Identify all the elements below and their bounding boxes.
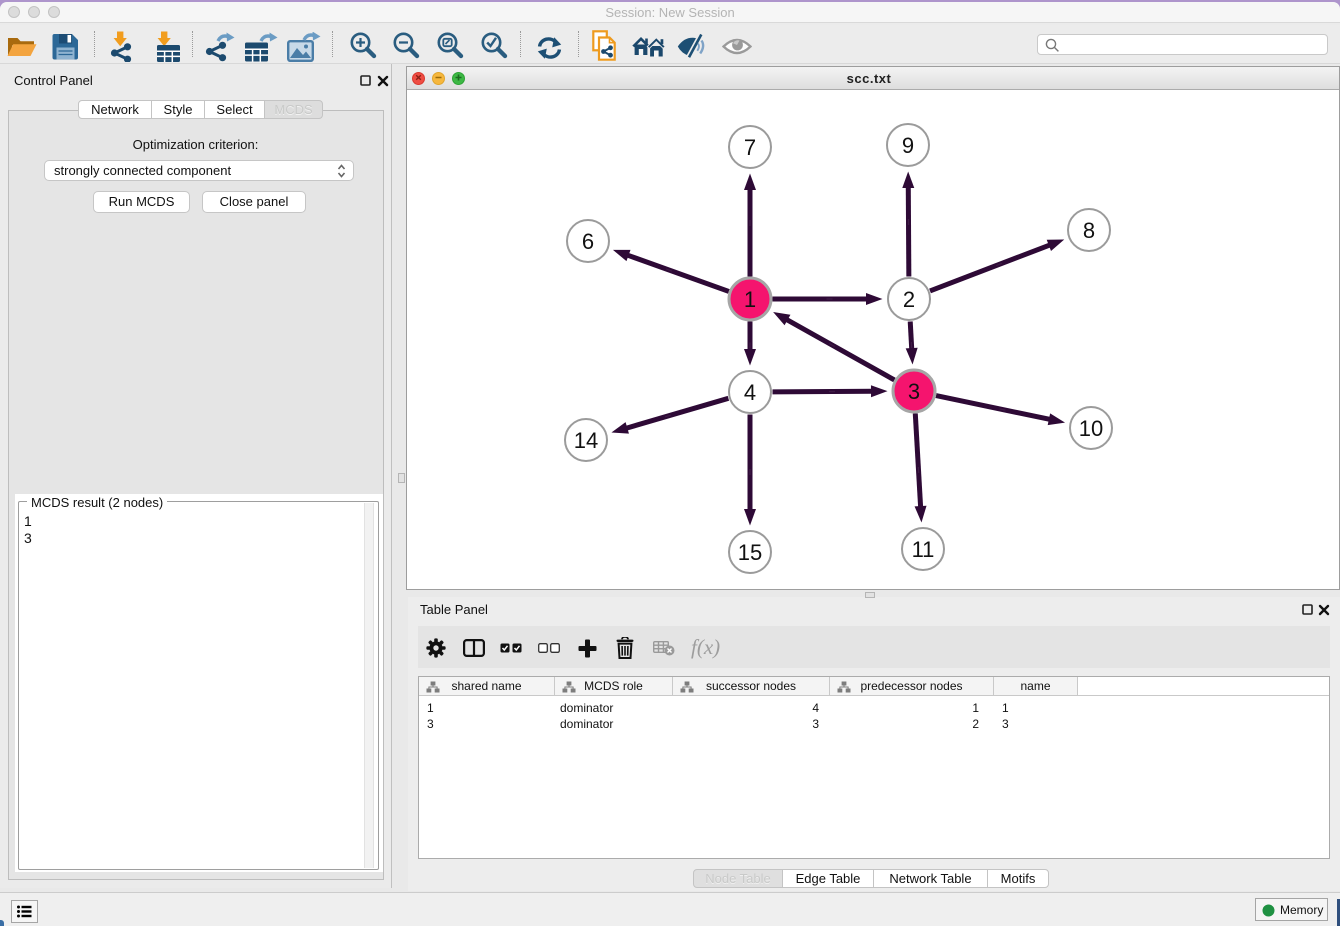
- svg-text:14: 14: [574, 428, 598, 453]
- svg-text:3: 3: [908, 379, 920, 404]
- svg-text:11: 11: [912, 537, 935, 562]
- svg-text:6: 6: [582, 229, 594, 254]
- svg-text:2: 2: [903, 287, 915, 312]
- svg-text:1: 1: [744, 287, 756, 312]
- svg-text:8: 8: [1083, 218, 1095, 243]
- svg-text:9: 9: [902, 133, 914, 158]
- svg-text:7: 7: [744, 135, 756, 160]
- svg-text:15: 15: [738, 540, 762, 565]
- svg-text:4: 4: [744, 380, 756, 405]
- svg-text:10: 10: [1079, 416, 1103, 441]
